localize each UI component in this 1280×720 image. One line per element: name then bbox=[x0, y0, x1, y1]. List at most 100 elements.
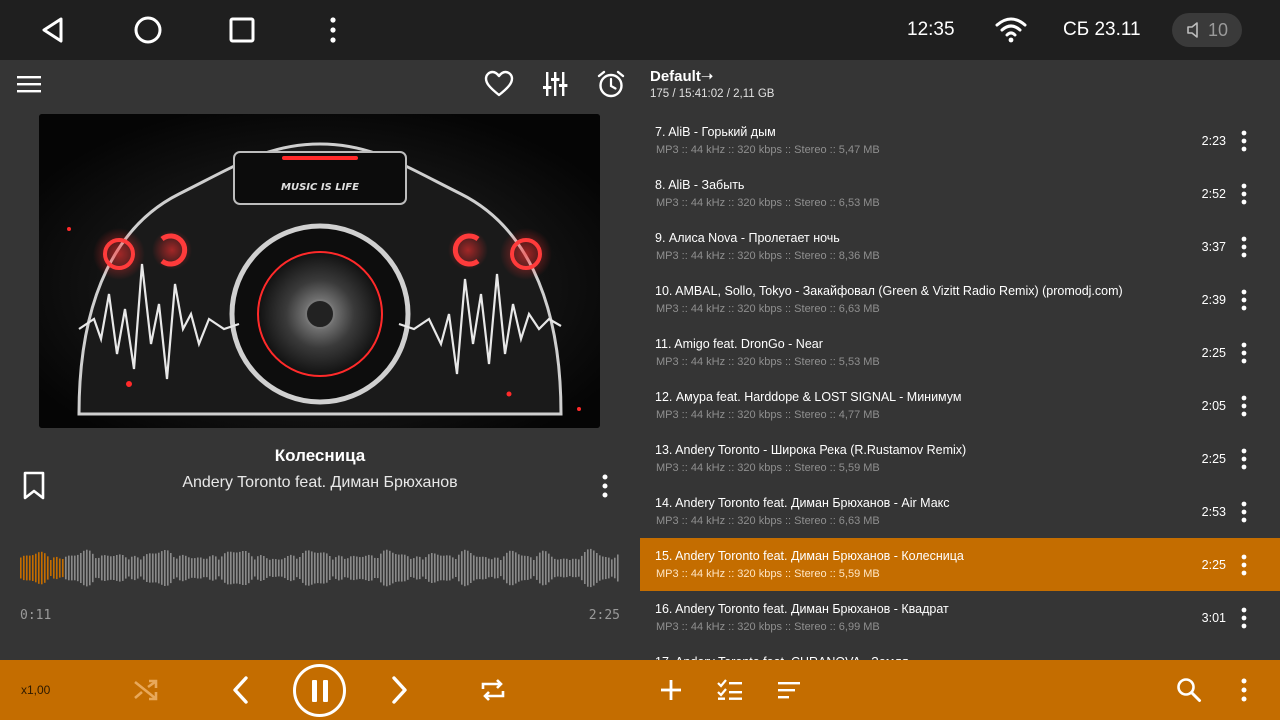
track-row-meta: MP3 :: 44 kHz :: 320 kbps :: Stereo :: 5… bbox=[656, 144, 880, 156]
waveform-bar bbox=[59, 558, 61, 578]
track-row-duration: 2:05 bbox=[1201, 399, 1226, 413]
waveform-bar bbox=[611, 559, 613, 577]
nav-recents-button[interactable] bbox=[222, 10, 262, 50]
track-row[interactable]: 10. AMBAL, Sollo, Tokyo - Закайфовал (Gr… bbox=[640, 273, 1280, 326]
waveform-bar bbox=[158, 552, 160, 584]
waveform-bar bbox=[470, 553, 472, 583]
repeat-button[interactable] bbox=[473, 670, 513, 710]
waveform-bar bbox=[383, 550, 385, 586]
track-row[interactable]: 12. Амура feat. Harddope & LOST SIGNAL -… bbox=[640, 379, 1280, 432]
track-row[interactable]: 13. Andery Toronto - Широка Река (R.Rust… bbox=[640, 432, 1280, 485]
waveform-bar bbox=[443, 555, 445, 581]
waveform-bar bbox=[419, 556, 421, 580]
search-icon bbox=[1177, 678, 1201, 702]
waveform-bar bbox=[98, 557, 100, 579]
sleep-timer-button[interactable] bbox=[591, 64, 631, 104]
waveform-seekbar[interactable] bbox=[20, 538, 620, 598]
player-panel: MUSIC IS LIFE Колесница Andery Toronto f… bbox=[0, 60, 640, 660]
play-pause-button[interactable] bbox=[293, 664, 346, 717]
alarm-icon bbox=[597, 70, 625, 98]
volume-indicator[interactable]: 10 bbox=[1172, 13, 1242, 47]
track-row[interactable]: 17. Andery Toronto feat. CHRANOVA - Земл… bbox=[640, 644, 1280, 660]
waveform-bar bbox=[44, 553, 46, 583]
waveform-bar bbox=[263, 556, 265, 580]
waveform-bar bbox=[428, 554, 430, 582]
waveform-bar bbox=[347, 558, 349, 578]
shuffle-button[interactable] bbox=[126, 670, 166, 710]
track-row-meta: MP3 :: 44 kHz :: 320 kbps :: Stereo :: 6… bbox=[656, 621, 880, 633]
nav-home-button[interactable] bbox=[128, 10, 168, 50]
waveform-bar bbox=[83, 550, 85, 586]
track-row[interactable]: 16. Andery Toronto feat. Диман Брюханов … bbox=[640, 591, 1280, 644]
waveform-bar bbox=[110, 556, 112, 580]
track-options-button[interactable] bbox=[585, 466, 625, 506]
track-row-menu-button[interactable] bbox=[1230, 392, 1258, 420]
more-options-button[interactable] bbox=[1224, 670, 1264, 710]
track-row-menu-button[interactable] bbox=[1230, 127, 1258, 155]
track-row-menu-button[interactable] bbox=[1230, 180, 1258, 208]
track-row-duration: 3:01 bbox=[1201, 611, 1226, 625]
sort-button[interactable] bbox=[769, 670, 809, 710]
track-row[interactable]: 7. AliB - Горький дым MP3 :: 44 kHz :: 32… bbox=[640, 114, 1280, 167]
track-row[interactable]: 14. Andery Toronto feat. Диман Брюханов … bbox=[640, 485, 1280, 538]
waveform-bar bbox=[236, 552, 238, 584]
waveform-bar bbox=[254, 559, 256, 577]
track-row-menu-button[interactable] bbox=[1230, 286, 1258, 314]
waveform-bar bbox=[248, 552, 250, 584]
track-row[interactable]: 11. Amigo feat. DronGo - Near MP3 :: 44 k… bbox=[640, 326, 1280, 379]
playback-speed[interactable]: x1,00 bbox=[21, 683, 50, 697]
waveform-bar bbox=[176, 558, 178, 578]
waveform-bar bbox=[140, 559, 142, 577]
waveform-bar bbox=[71, 555, 73, 581]
equalizer-button[interactable] bbox=[535, 64, 575, 104]
track-row[interactable]: 9. Алиса Nova - Пролетает ночь MP3 :: 44 … bbox=[640, 220, 1280, 273]
nav-back-button[interactable] bbox=[33, 10, 73, 50]
waveform-bar bbox=[335, 557, 337, 579]
track-list[interactable]: 7. AliB - Горький дым MP3 :: 44 kHz :: 32… bbox=[640, 114, 1280, 660]
track-row[interactable]: 8. AliB - Забыть MP3 :: 44 kHz :: 320 kbp… bbox=[640, 167, 1280, 220]
waveform-bar bbox=[20, 557, 22, 579]
track-row-menu-button[interactable] bbox=[1230, 604, 1258, 632]
track-row-menu-button[interactable] bbox=[1230, 233, 1258, 261]
nav-menu-button[interactable] bbox=[313, 10, 353, 50]
track-row-menu-button[interactable] bbox=[1230, 445, 1258, 473]
waveform-bar bbox=[389, 550, 391, 586]
waveform-bar bbox=[296, 558, 298, 578]
waveform-bar bbox=[458, 554, 460, 582]
waveform-bar bbox=[317, 552, 319, 584]
waveform-bar bbox=[41, 551, 43, 585]
waveform-bar bbox=[152, 553, 154, 583]
system-status-bar: 12:35 СБ 23.11 10 bbox=[0, 0, 1280, 60]
menu-button[interactable] bbox=[9, 64, 49, 104]
more-vert-icon bbox=[1241, 395, 1247, 417]
search-button[interactable] bbox=[1169, 670, 1209, 710]
waveform-bar bbox=[287, 556, 289, 580]
more-vert-icon bbox=[1241, 130, 1247, 152]
favorite-button[interactable] bbox=[479, 64, 519, 104]
waveform-bar bbox=[269, 559, 271, 577]
track-row-menu-button[interactable] bbox=[1230, 551, 1258, 579]
waveform-bar bbox=[509, 550, 511, 586]
waveform-bar bbox=[587, 549, 589, 587]
track-row-menu-button[interactable] bbox=[1230, 498, 1258, 526]
waveform-bar bbox=[221, 556, 223, 580]
track-row-menu-button[interactable] bbox=[1230, 339, 1258, 367]
repeat-icon bbox=[481, 679, 505, 701]
playlist-name[interactable]: Default➝ bbox=[650, 67, 713, 85]
select-tracks-button[interactable] bbox=[710, 670, 750, 710]
album-art-caption: MUSIC IS LIFE bbox=[281, 182, 359, 193]
track-row-title: 16. Andery Toronto feat. Диман Брюханов … bbox=[655, 602, 949, 616]
track-row[interactable]: 15. Andery Toronto feat. Диман Брюханов … bbox=[640, 538, 1280, 591]
waveform-bar bbox=[62, 559, 64, 578]
equalizer-icon bbox=[543, 72, 568, 96]
waveform-bar bbox=[113, 556, 115, 580]
waveform-bar bbox=[539, 552, 541, 584]
waveform-bar bbox=[314, 552, 316, 584]
waveform-bar bbox=[119, 554, 121, 582]
previous-button[interactable] bbox=[220, 670, 260, 710]
waveform-bar bbox=[80, 553, 82, 583]
waveform-bar bbox=[572, 558, 574, 578]
add-button[interactable] bbox=[651, 670, 691, 710]
waveform-bar bbox=[278, 559, 280, 577]
next-button[interactable] bbox=[380, 670, 420, 710]
